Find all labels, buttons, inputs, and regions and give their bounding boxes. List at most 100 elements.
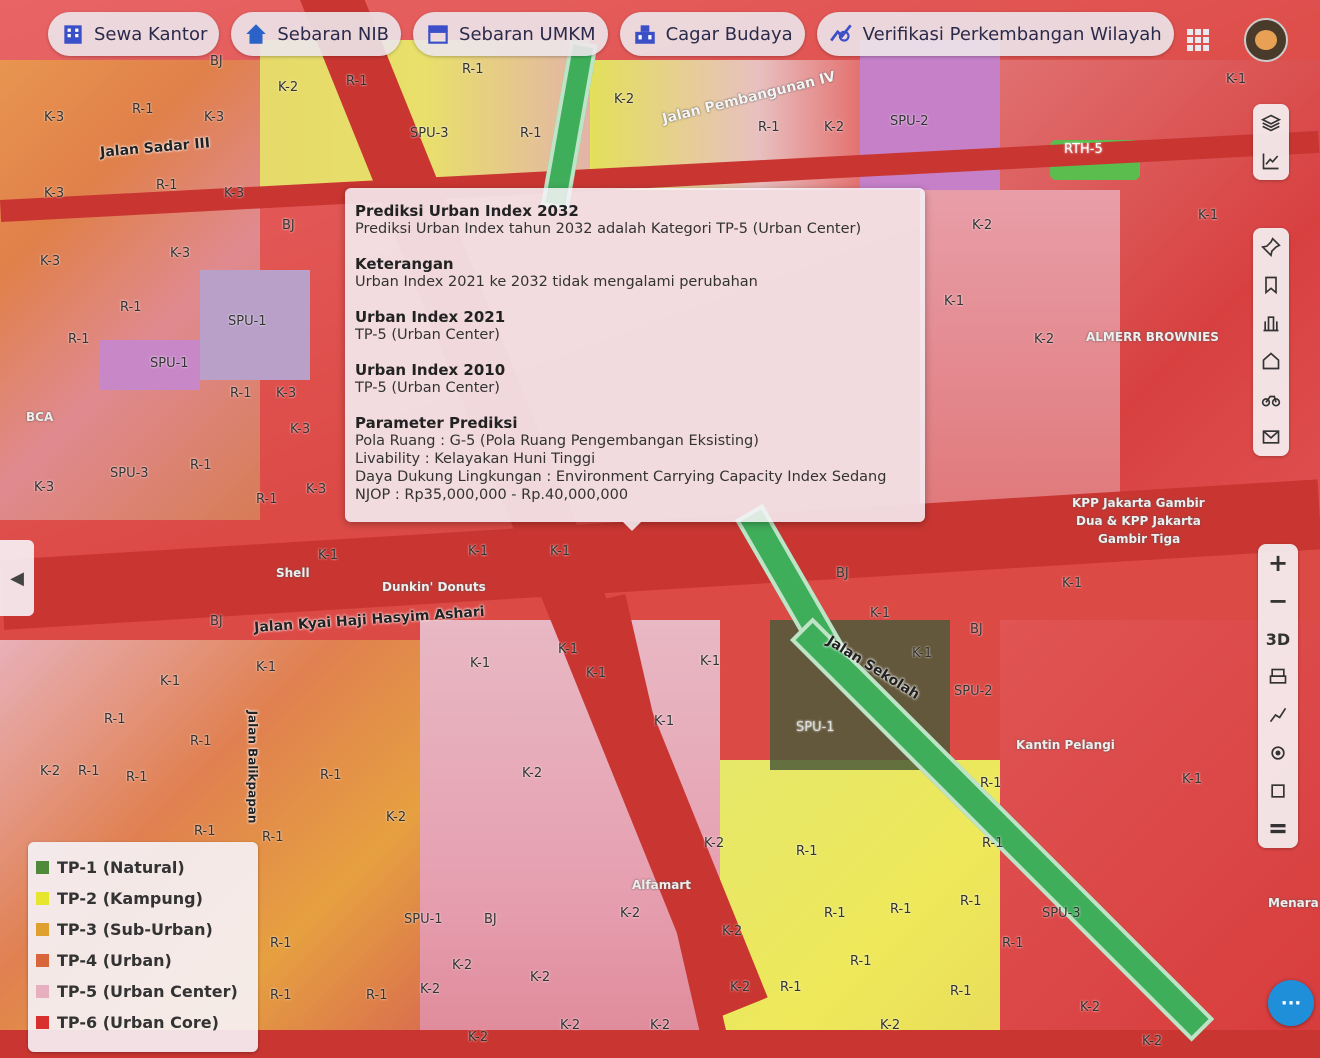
zone-label: R-1 xyxy=(190,458,212,473)
poi-label[interactable]: Dunkin' Donuts xyxy=(382,580,486,594)
house-icon xyxy=(1262,352,1280,370)
zone-label: SPU-3 xyxy=(410,126,449,141)
zone-label: K-3 xyxy=(204,110,225,125)
popup-section: Parameter Prediksi Pola Ruang : G-5 (Pol… xyxy=(355,414,915,504)
zone-label: K-1 xyxy=(586,666,607,681)
popup-heading: Urban Index 2010 xyxy=(355,361,506,379)
poi-label[interactable]: ALMERR BROWNIES xyxy=(1086,330,1219,344)
pin-button[interactable] xyxy=(1253,228,1289,266)
chart-button[interactable] xyxy=(1253,142,1289,180)
zone-label: SPU-3 xyxy=(110,466,149,481)
zone-label: K-3 xyxy=(170,246,191,261)
poi-label[interactable]: BCA xyxy=(26,410,53,424)
zone-label: K-2 xyxy=(824,120,845,135)
zone-label: K-1 xyxy=(470,656,491,671)
pin-icon xyxy=(1261,237,1281,257)
zone-label: K-3 xyxy=(40,254,61,269)
zone-label: K-3 xyxy=(224,186,245,201)
chip-sebaran-umkm[interactable]: Sebaran UMKM xyxy=(413,12,608,56)
mail-button[interactable] xyxy=(1253,418,1289,456)
zone-label: R-1 xyxy=(104,712,126,727)
zone-label: R-1 xyxy=(190,734,212,749)
institution-icon xyxy=(1263,316,1279,332)
zone-label: BJ xyxy=(970,622,983,637)
zone-label: K-1 xyxy=(550,544,571,559)
zone-label: K-2 xyxy=(386,810,407,825)
zone-label: RTH-5 xyxy=(1064,142,1103,157)
zone-label: K-1 xyxy=(558,642,579,657)
chip-verifikasi-wilayah[interactable]: Verifikasi Perkembangan Wilayah xyxy=(816,12,1174,56)
zone-label: K-1 xyxy=(700,654,721,669)
poi-label[interactable]: KPP Jakarta Gambir xyxy=(1072,496,1205,510)
popup-section: Keterangan Urban Index 2021 ke 2032 tida… xyxy=(355,255,915,291)
chip-sebaran-nib[interactable]: Sebaran NIB xyxy=(231,12,402,56)
poi-label[interactable]: Dua & KPP Jakarta xyxy=(1076,514,1201,528)
popup-text: Urban Index 2021 ke 2032 tidak mengalami… xyxy=(355,274,758,290)
zone-label: SPU-1 xyxy=(796,720,835,735)
mail-icon xyxy=(1262,430,1280,444)
zone-label: K-2 xyxy=(468,1030,489,1045)
zone-label: K-2 xyxy=(40,764,61,779)
transport-button[interactable] xyxy=(1253,380,1289,418)
legend-swatch xyxy=(36,861,49,874)
poi-toolbar xyxy=(1253,228,1289,456)
zone-label: SPU-2 xyxy=(890,114,929,129)
zone-label: R-1 xyxy=(346,74,368,89)
chip-sewa-kantor[interactable]: Sewa Kantor xyxy=(48,12,220,56)
zone-label: R-1 xyxy=(68,332,90,347)
bookmark-icon xyxy=(1265,276,1277,295)
zone-label: R-1 xyxy=(780,980,802,995)
draw-area-button[interactable] xyxy=(1260,772,1296,810)
legend-swatch xyxy=(36,923,49,936)
zoom-out-button[interactable]: − xyxy=(1260,582,1296,620)
poi-label[interactable]: Gambir Tiga xyxy=(1098,532,1180,546)
avatar[interactable] xyxy=(1244,18,1288,62)
layers-button[interactable] xyxy=(1253,104,1289,142)
bookmark-button[interactable] xyxy=(1253,266,1289,304)
building-filter-button[interactable] xyxy=(1253,304,1289,342)
layer-toolbar xyxy=(1253,104,1289,180)
motorbike-icon xyxy=(1261,395,1281,407)
measure-line-button[interactable] xyxy=(1260,696,1296,734)
poi-label[interactable]: Shell xyxy=(276,566,310,580)
home-filter-button[interactable] xyxy=(1253,342,1289,380)
zoom-in-button[interactable]: + xyxy=(1260,544,1296,582)
legend-swatch xyxy=(36,954,49,967)
poi-label[interactable]: Alfamart xyxy=(632,878,691,892)
zone-label: K-1 xyxy=(256,660,277,675)
zone-label: K-1 xyxy=(912,646,933,661)
zone-label: BJ xyxy=(210,614,223,629)
legend-label: TP-1 (Natural) xyxy=(57,858,185,877)
zone-label: K-2 xyxy=(560,1018,581,1033)
zone-label: K-1 xyxy=(1198,208,1219,223)
legend-label: TP-6 (Urban Core) xyxy=(57,1013,219,1032)
zone-label: R-1 xyxy=(850,954,872,969)
chip-cagar-budaya[interactable]: Cagar Budaya xyxy=(619,12,805,56)
printer-icon xyxy=(1269,668,1287,684)
popup-heading: Parameter Prediksi xyxy=(355,414,518,432)
zone-label: BJ xyxy=(484,912,497,927)
legend-swatch xyxy=(36,892,49,905)
zone-label: K-1 xyxy=(944,294,965,309)
zone-label: R-1 xyxy=(796,844,818,859)
legend-swatch xyxy=(36,1016,49,1029)
popup-text: NJOP : Rp35,000,000 - Rp.40,000,000 xyxy=(355,487,629,503)
legend-item: TP-5 (Urban Center) xyxy=(36,976,250,1007)
zone-label: K-1 xyxy=(160,674,181,689)
three-d-button[interactable]: 3D xyxy=(1260,620,1296,658)
chat-button[interactable]: ··· xyxy=(1268,980,1314,1026)
collapse-panel-button[interactable]: ◀ xyxy=(0,540,34,616)
poi-label[interactable]: Kantin Pelangi xyxy=(1016,738,1115,752)
target-icon xyxy=(1271,746,1285,760)
print-button[interactable] xyxy=(1260,658,1296,696)
zone-label: R-1 xyxy=(366,988,388,1003)
legend-label: TP-2 (Kampung) xyxy=(57,889,203,908)
apps-grid-icon[interactable] xyxy=(1186,28,1210,52)
basemap-button[interactable] xyxy=(1260,810,1296,848)
locate-button[interactable] xyxy=(1260,734,1296,772)
popup-text: TP-5 (Urban Center) xyxy=(355,380,500,396)
zone-label: R-1 xyxy=(980,776,1002,791)
popup-text: Daya Dukung Lingkungan : Environment Car… xyxy=(355,469,887,485)
zone-label: R-1 xyxy=(270,936,292,951)
poi-label[interactable]: Menara xyxy=(1268,896,1319,910)
